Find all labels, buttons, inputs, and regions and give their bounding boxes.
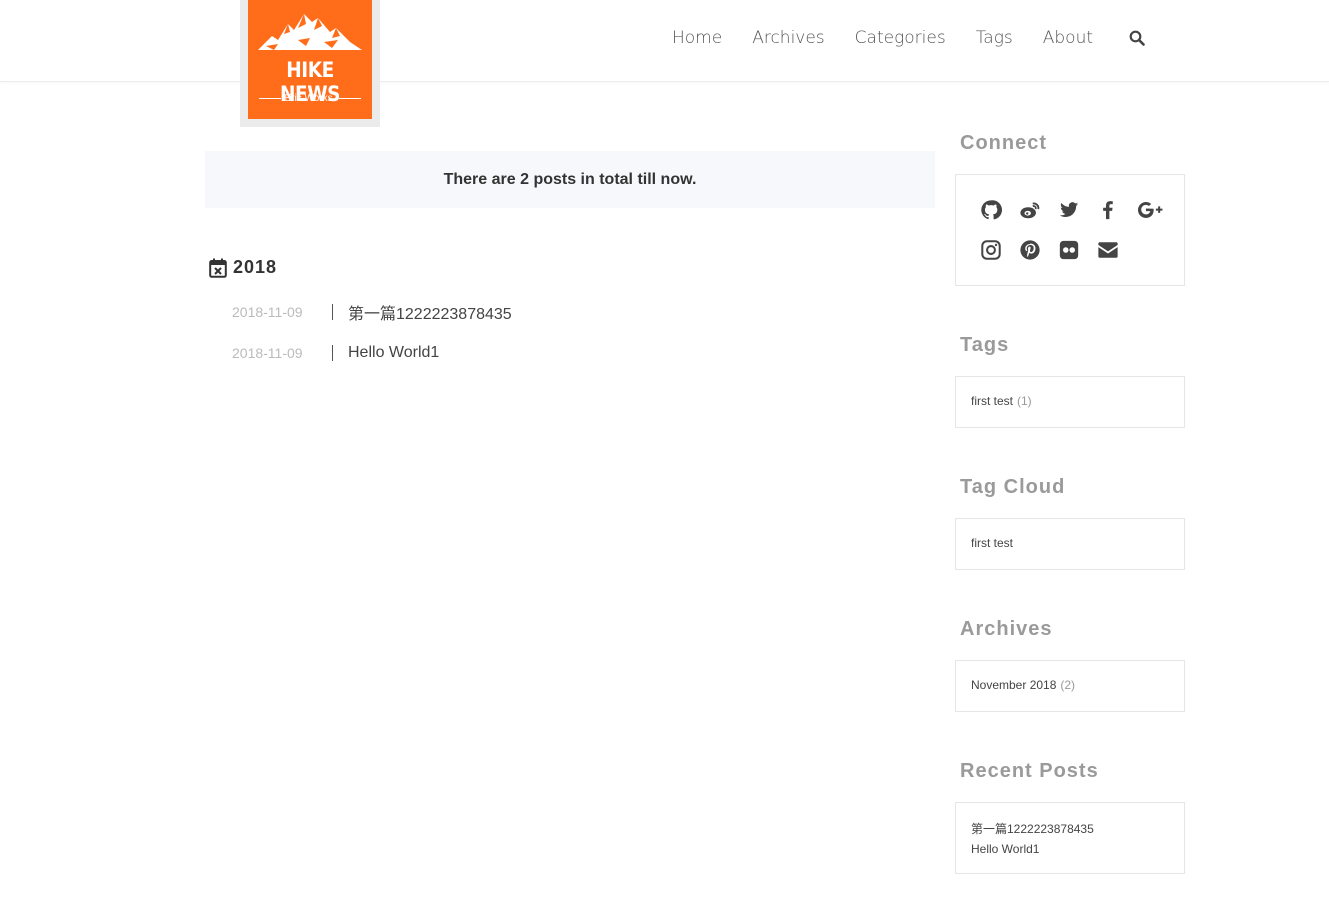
logo-frame: HIKE NEWS Eric Works. [240, 0, 380, 127]
twitter-icon[interactable] [1058, 199, 1080, 221]
archive-month-count: (2) [1060, 678, 1076, 692]
archive-post-row: 2018-11-09 第一篇1222223878435 [232, 300, 512, 324]
archive-year: 2018 [233, 257, 278, 277]
site-logo[interactable]: HIKE NEWS Eric Works. [248, 0, 372, 119]
recent-post-link[interactable]: 第一篇1222223878435 [971, 819, 1094, 839]
post-date: 2018-11-09 [232, 304, 303, 320]
archive-summary: There are 2 posts in total till now. [205, 151, 935, 208]
archive-month-item: November 2018 (2) [971, 678, 1075, 692]
nav-about[interactable]: About [1043, 28, 1093, 48]
tag-cloud-widget: first test [955, 518, 1185, 570]
archives-widget: November 2018 (2) [955, 660, 1185, 712]
tags-widget: first test (1) [955, 376, 1185, 428]
tag-cloud-item: first test [971, 536, 1013, 550]
post-title-link[interactable]: Hello World1 [348, 344, 439, 362]
main-nav: Home Archives Categories Tags About [672, 28, 1145, 48]
archives-widget-title: Archives [960, 618, 1053, 640]
weibo-icon[interactable] [1019, 199, 1041, 221]
instagram-icon[interactable] [980, 239, 1002, 261]
connect-widget-title: Connect [960, 132, 1047, 154]
logo-subtitle-line [258, 98, 281, 99]
google-plus-icon[interactable] [1136, 199, 1166, 221]
archive-year-heading: 2018 [209, 257, 277, 278]
logo-subtitle-text: Eric Works. [284, 93, 336, 104]
nav-tags[interactable]: Tags [976, 28, 1013, 48]
post-title-link[interactable]: 第一篇1222223878435 [348, 300, 512, 324]
nav-categories[interactable]: Categories [855, 28, 946, 48]
logo-subtitle: Eric Works. [248, 93, 372, 104]
tag-cloud-widget-title: Tag Cloud [960, 476, 1066, 498]
tags-widget-title: Tags [960, 334, 1010, 356]
social-icons-row [980, 239, 1119, 261]
post-separator [332, 345, 333, 361]
mountain-icon [258, 14, 362, 50]
pinterest-icon[interactable] [1019, 239, 1041, 261]
search-icon[interactable] [1129, 30, 1145, 46]
nav-home[interactable]: Home [672, 28, 722, 48]
nav-archives[interactable]: Archives [752, 28, 824, 48]
social-icons-row [980, 199, 1166, 221]
github-icon[interactable] [980, 199, 1002, 221]
tag-count: (1) [1017, 394, 1032, 408]
recent-posts-widget: 第一篇1222223878435 Hello World1 [955, 802, 1185, 874]
tag-link[interactable]: first test [971, 394, 1013, 408]
tag-item: first test (1) [971, 394, 1032, 408]
site-header: Home Archives Categories Tags About [0, 0, 1329, 82]
archive-summary-text: There are 2 posts in total till now. [443, 170, 697, 188]
recent-post-link[interactable]: Hello World1 [971, 839, 1094, 859]
archive-month-link[interactable]: November 2018 [971, 678, 1056, 692]
recent-posts-list: 第一篇1222223878435 Hello World1 [971, 819, 1094, 859]
envelope-icon[interactable] [1097, 239, 1119, 261]
recent-posts-widget-title: Recent Posts [960, 760, 1099, 782]
logo-subtitle-line [339, 98, 362, 99]
connect-widget [955, 174, 1185, 286]
archive-post-row: 2018-11-09 Hello World1 [232, 343, 439, 363]
post-date: 2018-11-09 [232, 345, 303, 361]
post-separator [332, 304, 333, 320]
tag-cloud-link[interactable]: first test [971, 536, 1013, 550]
calendar-times-icon [209, 258, 227, 278]
flickr-icon[interactable] [1058, 239, 1080, 261]
facebook-icon[interactable] [1097, 199, 1119, 221]
